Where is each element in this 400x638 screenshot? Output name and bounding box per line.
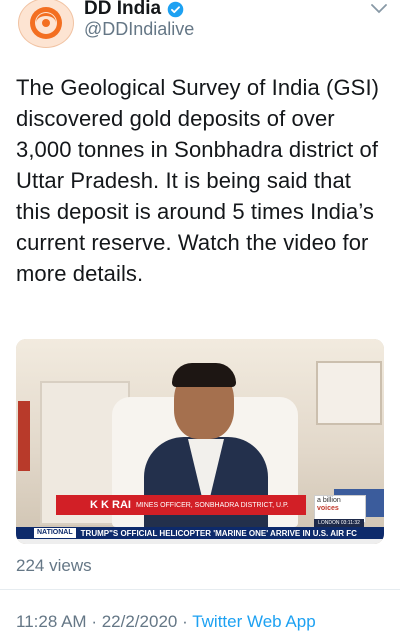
meta-separator: · <box>182 612 188 631</box>
brand-line-1: a billion <box>317 497 341 504</box>
divider <box>0 589 400 590</box>
lower-third-name: K K RAI <box>90 499 131 511</box>
meta-separator: · <box>91 612 97 631</box>
news-ticker: NATIONAL TRUMP"S OFFICIAL HELICOPTER 'MA… <box>16 527 384 539</box>
video-bottom-strip <box>16 539 384 544</box>
display-name[interactable]: DD India <box>84 0 161 20</box>
ticker-tag: NATIONAL <box>34 528 76 538</box>
tweet-date[interactable]: 22/2/2020 <box>102 612 178 631</box>
brand-line-2: voices <box>317 505 339 512</box>
view-count: 224 views <box>16 556 92 575</box>
name-row: DD India <box>84 0 184 20</box>
lower-third-role: MINES OFFICER, SONBHADRA DISTRICT, U.P. <box>135 501 289 509</box>
avatar[interactable] <box>18 0 74 48</box>
verified-badge-icon <box>167 1 184 17</box>
video-player[interactable]: K K RAI MINES OFFICER, SONBHADRA DISTRIC… <box>16 339 384 544</box>
handle[interactable]: @DDIndialive <box>84 19 194 40</box>
chevron-down-icon[interactable] <box>370 2 388 16</box>
tweet-meta: 11:28 AM · 22/2/2020 · Twitter Web App <box>16 612 316 632</box>
video-lower-third: K K RAI MINES OFFICER, SONBHADRA DISTRIC… <box>56 495 306 515</box>
tweet-time[interactable]: 11:28 AM <box>16 612 87 631</box>
tweet-text: The Geological Survey of India (GSI) dis… <box>16 75 380 286</box>
tweet-header: DD India @DDIndialive <box>0 0 400 60</box>
tweet-source-link[interactable]: Twitter Web App <box>192 612 315 631</box>
video-scene-object <box>18 401 30 471</box>
dd-logo-icon <box>30 7 62 39</box>
ticker-text: TRUMP"S OFFICIAL HELICOPTER 'MARINE ONE'… <box>80 528 357 538</box>
video-scene-monitor <box>316 361 382 425</box>
video-person-hair <box>172 363 236 387</box>
